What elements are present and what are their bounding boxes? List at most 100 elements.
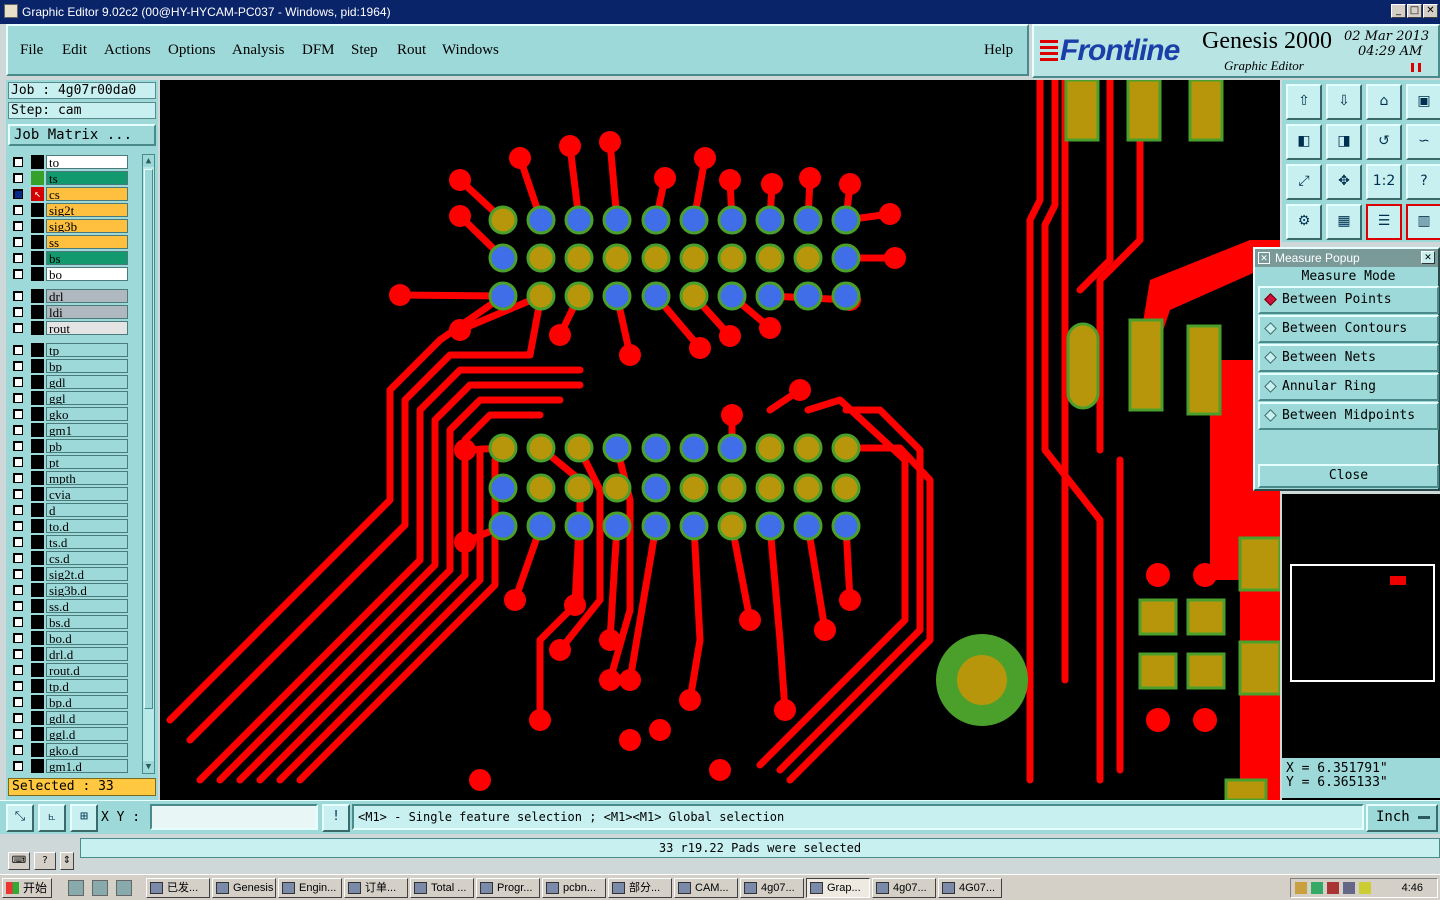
layer-color-swatch[interactable] bbox=[31, 171, 44, 185]
tray-tool-icon[interactable] bbox=[1295, 882, 1307, 894]
menu-help[interactable]: Help bbox=[984, 42, 1013, 59]
taskbar-item[interactable]: pcbn... bbox=[542, 878, 606, 898]
layer-checkbox[interactable] bbox=[13, 457, 23, 467]
layer-checkbox[interactable] bbox=[13, 323, 23, 333]
layer-color-swatch[interactable] bbox=[31, 695, 44, 709]
layer-checkbox[interactable] bbox=[13, 221, 23, 231]
layer-row-bo[interactable]: bo bbox=[8, 266, 130, 282]
layer-name[interactable]: to.d bbox=[46, 519, 128, 533]
layer-row-bs[interactable]: bs bbox=[8, 250, 130, 266]
keyboard-icon[interactable]: ⌨ bbox=[8, 852, 30, 870]
layer-name[interactable]: sig2t.d bbox=[46, 567, 128, 581]
taskbar-item[interactable]: 4G07... bbox=[938, 878, 1002, 898]
zoom-fit-icon[interactable]: ⤢ bbox=[1286, 164, 1322, 200]
layer-name[interactable]: cs.d bbox=[46, 551, 128, 565]
layer-name[interactable]: gko.d bbox=[46, 743, 128, 757]
layer-color-swatch[interactable] bbox=[31, 647, 44, 661]
layer-name[interactable]: ldi bbox=[46, 305, 128, 319]
layer-row-sig2t[interactable]: sig2t bbox=[8, 202, 130, 218]
layer-color-swatch[interactable] bbox=[31, 551, 44, 565]
layer-name[interactable]: pb bbox=[46, 439, 128, 453]
layer-scrollbar[interactable]: ▲ ▼ bbox=[142, 154, 155, 774]
undo-zoom-icon[interactable]: ↺ bbox=[1366, 124, 1402, 160]
layer-row-ts[interactable]: ts bbox=[8, 170, 130, 186]
quicklaunch-desktop-icon[interactable] bbox=[92, 880, 108, 896]
pan-left-icon[interactable]: ◧ bbox=[1286, 124, 1322, 160]
layer-checkbox[interactable] bbox=[13, 425, 23, 435]
measure-option-between-contours[interactable]: Between Contours bbox=[1258, 315, 1439, 343]
popup-close-icon[interactable]: ✕ bbox=[1421, 251, 1435, 264]
start-button[interactable]: 开始 bbox=[2, 878, 52, 898]
home-up-icon[interactable]: ⇧ bbox=[1286, 84, 1322, 120]
layer-color-swatch[interactable] bbox=[31, 439, 44, 453]
grid-snap-icon[interactable]: ⊞ bbox=[70, 804, 98, 832]
tray-network-icon[interactable] bbox=[1343, 882, 1355, 894]
taskbar-item[interactable]: CAM... bbox=[674, 878, 738, 898]
layer-color-swatch[interactable] bbox=[31, 663, 44, 677]
overview-map[interactable] bbox=[1290, 564, 1435, 682]
layer-checkbox[interactable] bbox=[13, 633, 23, 643]
taskbar-item[interactable]: 订单... bbox=[344, 878, 408, 898]
layer-row-pb[interactable]: pb bbox=[8, 438, 130, 454]
scroll-thumb[interactable] bbox=[144, 169, 153, 709]
layer-checkbox[interactable] bbox=[13, 157, 23, 167]
layer-name[interactable]: bo bbox=[46, 267, 128, 281]
layer-checkbox[interactable] bbox=[13, 237, 23, 247]
layer-checkbox[interactable] bbox=[13, 649, 23, 659]
layer-name[interactable]: to bbox=[46, 155, 128, 169]
layer-checkbox[interactable] bbox=[13, 269, 23, 279]
layer-checkbox[interactable] bbox=[13, 473, 23, 483]
layer-row-ggl[interactable]: ggl bbox=[8, 390, 130, 406]
layer-row-to-d[interactable]: to.d bbox=[8, 518, 130, 534]
menu-rout[interactable]: Rout bbox=[397, 42, 426, 59]
layer-color-swatch[interactable] bbox=[31, 487, 44, 501]
layer-color-swatch[interactable] bbox=[31, 503, 44, 517]
measure-option-between-nets[interactable]: Between Nets bbox=[1258, 344, 1439, 372]
layer-checkbox[interactable] bbox=[13, 553, 23, 563]
layer-checkbox[interactable] bbox=[13, 189, 23, 199]
layer-color-swatch[interactable] bbox=[31, 289, 44, 303]
layer-name[interactable]: mpth bbox=[46, 471, 128, 485]
zoom-center-icon[interactable]: ✥ bbox=[1326, 164, 1362, 200]
alert-icon[interactable]: ! bbox=[322, 804, 350, 832]
menu-actions[interactable]: Actions bbox=[104, 42, 151, 59]
taskbar-item[interactable]: 4g07... bbox=[740, 878, 804, 898]
layer-row-gko[interactable]: gko bbox=[8, 406, 130, 422]
popup-close-button[interactable]: Close bbox=[1258, 464, 1439, 488]
layer-checkbox[interactable] bbox=[13, 697, 23, 707]
maximize-button[interactable]: □ bbox=[1407, 4, 1422, 18]
tray-shield-icon[interactable] bbox=[1359, 882, 1371, 894]
layer-checkbox[interactable] bbox=[13, 489, 23, 499]
layer-checkbox[interactable] bbox=[13, 393, 23, 403]
layer-name[interactable]: ggl bbox=[46, 391, 128, 405]
layer-row-rout[interactable]: rout bbox=[8, 320, 130, 336]
layer-name[interactable]: bp bbox=[46, 359, 128, 373]
layer-row-gdl-d[interactable]: gdl.d bbox=[8, 710, 130, 726]
taskbar-item[interactable]: Engin... bbox=[278, 878, 342, 898]
layer-name[interactable]: bp.d bbox=[46, 695, 128, 709]
help-question-icon[interactable]: ? bbox=[1406, 164, 1440, 200]
layer-name[interactable]: ss bbox=[46, 235, 128, 249]
taskbar-item[interactable]: Grap... bbox=[806, 878, 870, 898]
layer-checkbox[interactable] bbox=[13, 537, 23, 547]
layer-row-mpth[interactable]: mpth bbox=[8, 470, 130, 486]
layer-color-swatch[interactable] bbox=[31, 407, 44, 421]
layer-checkbox[interactable] bbox=[13, 173, 23, 183]
layer-row-rout-d[interactable]: rout.d bbox=[8, 662, 130, 678]
home-icon[interactable]: ⌂ bbox=[1366, 84, 1402, 120]
layer-checkbox[interactable] bbox=[13, 307, 23, 317]
layer-checkbox[interactable] bbox=[13, 681, 23, 691]
layer-color-swatch[interactable] bbox=[31, 455, 44, 469]
layer-row-gko-d[interactable]: gko.d bbox=[8, 742, 130, 758]
layer-name[interactable]: d bbox=[46, 503, 128, 517]
menu-step[interactable]: Step bbox=[351, 42, 378, 59]
layer-checkbox[interactable] bbox=[13, 291, 23, 301]
layer-name[interactable]: pt bbox=[46, 455, 128, 469]
layer-row-tp-d[interactable]: tp.d bbox=[8, 678, 130, 694]
layer-name[interactable]: drl.d bbox=[46, 647, 128, 661]
layer-checkbox[interactable] bbox=[13, 665, 23, 675]
taskbar-item[interactable]: Total ... bbox=[410, 878, 474, 898]
layer-row-gm1[interactable]: gm1 bbox=[8, 422, 130, 438]
layer-color-swatch[interactable] bbox=[31, 679, 44, 693]
layer-color-swatch[interactable] bbox=[31, 219, 44, 233]
